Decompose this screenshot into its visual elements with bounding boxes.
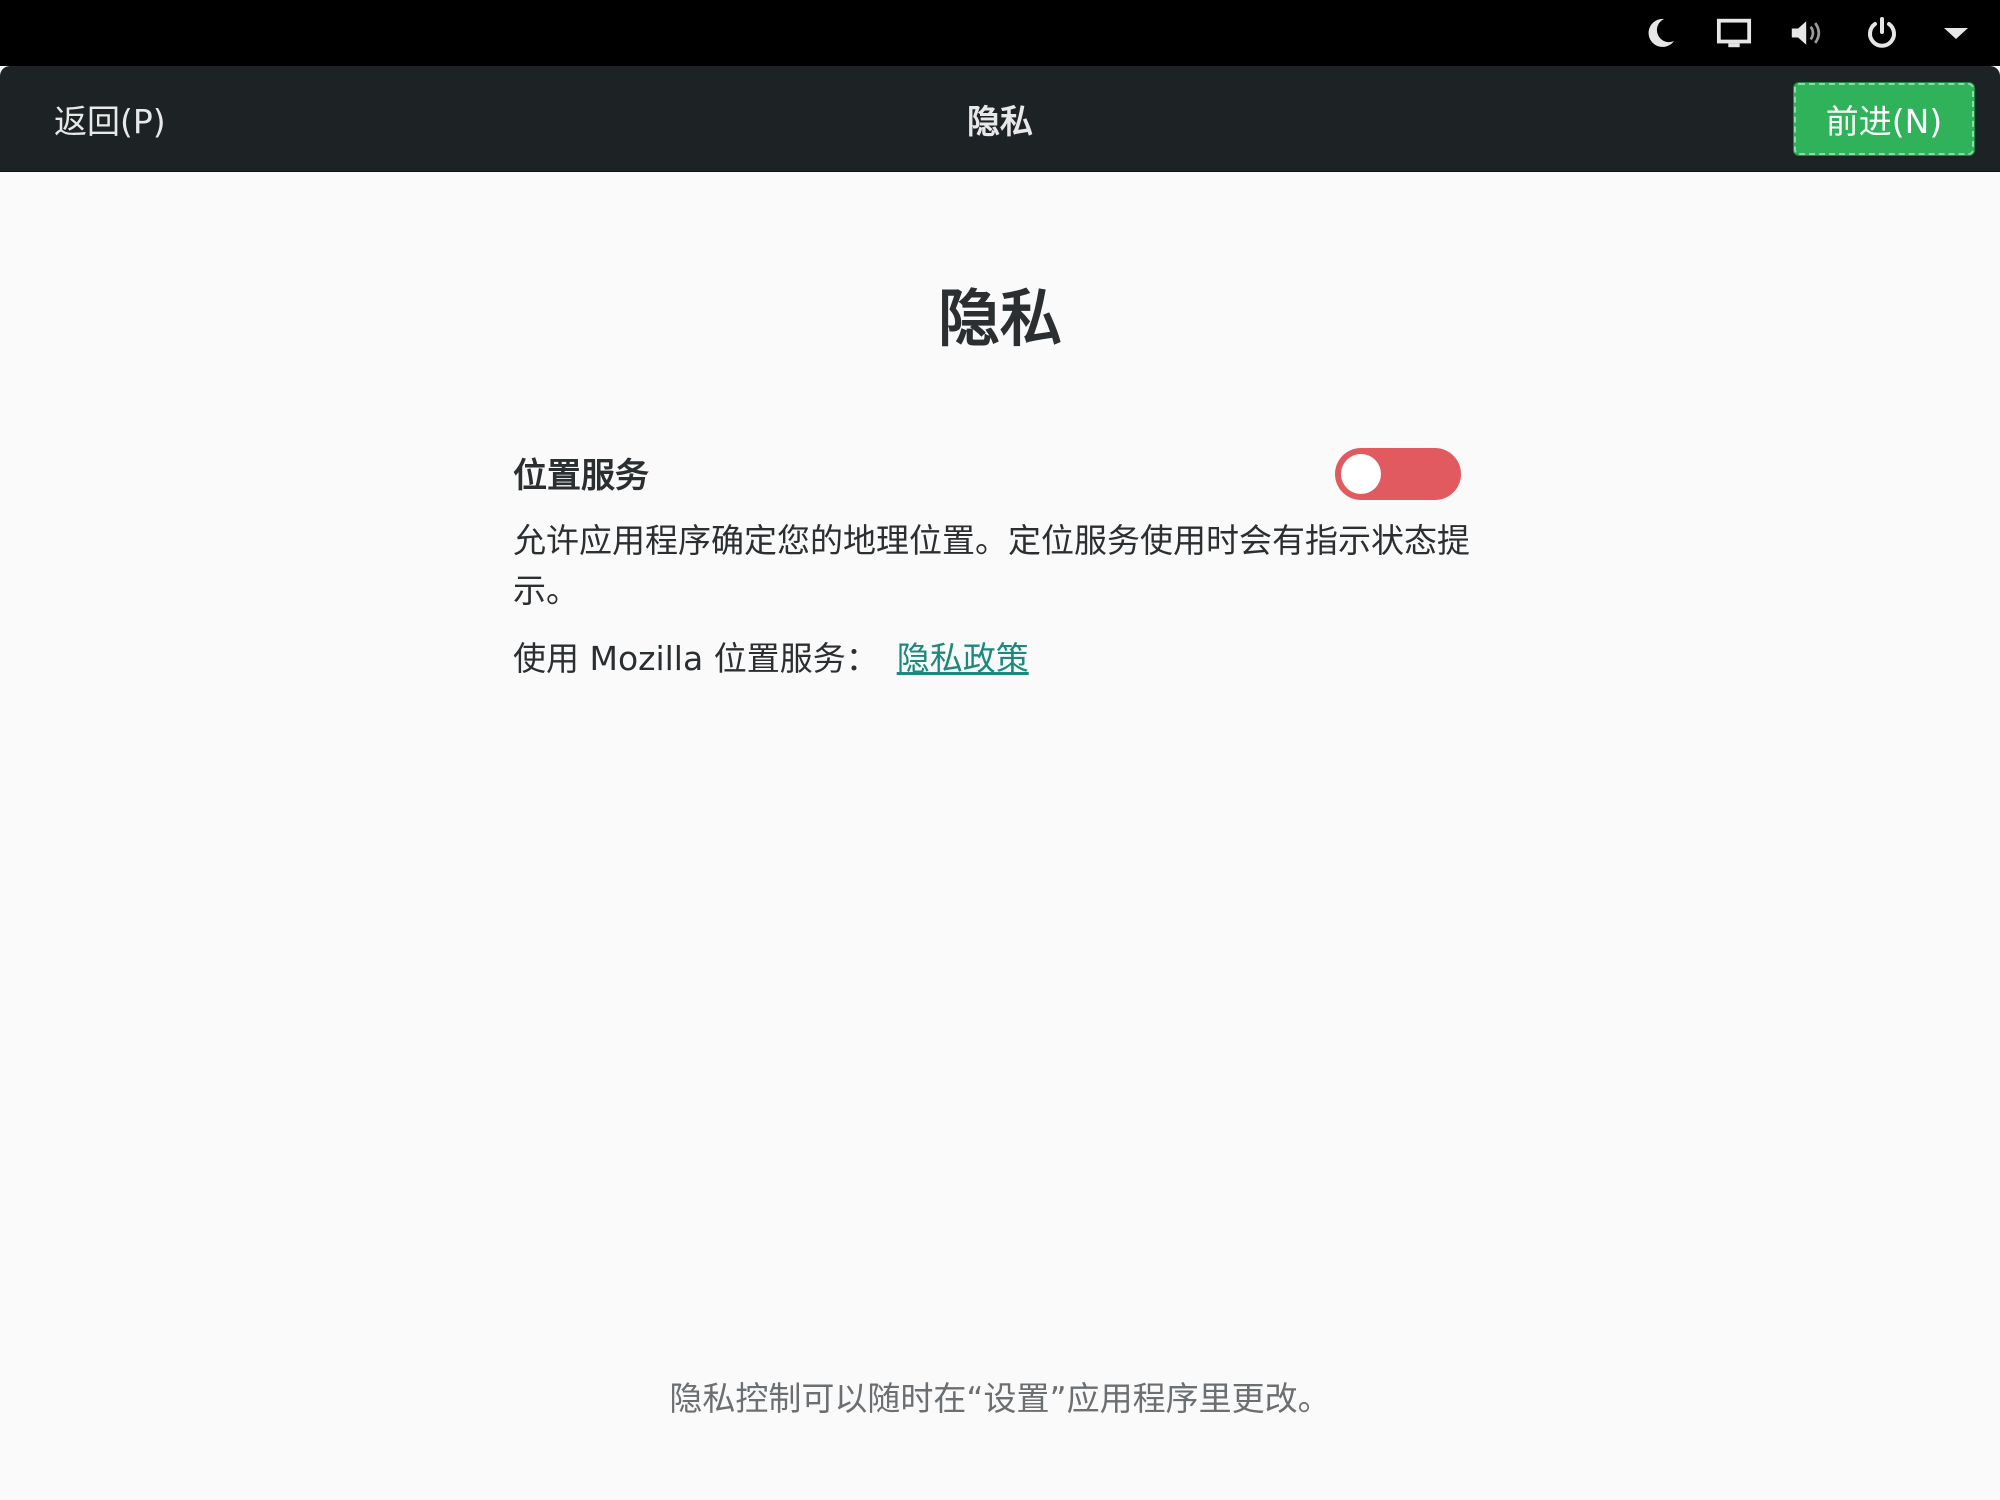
- next-button[interactable]: 前进(N): [1794, 83, 1974, 155]
- dropdown-arrow-icon[interactable]: [1938, 15, 1974, 51]
- page-title: 隐私: [937, 282, 1062, 355]
- location-services-description: 允许应用程序确定您的地理位置。定位服务使用时会有指示状态提示。: [513, 521, 1470, 610]
- location-services-toggle[interactable]: [1335, 448, 1461, 500]
- system-tray: [1642, 0, 1974, 66]
- location-services-label: 位置服务: [513, 456, 649, 496]
- back-button[interactable]: 返回(P): [38, 90, 182, 148]
- main-content: 隐私 位置服务 允许应用程序确定您的地理位置。定位服务使用时会有指示状态提示。 …: [0, 172, 2000, 1500]
- header-bar: 返回(P) 隐私 前进(N): [0, 66, 2000, 172]
- night-light-icon[interactable]: [1642, 15, 1678, 51]
- privacy-policy-link[interactable]: 隐私政策: [897, 639, 1029, 678]
- toggle-knob: [1341, 454, 1381, 494]
- screen-icon[interactable]: [1716, 15, 1752, 51]
- mozilla-location-line: 使用 Mozilla 位置服务： 隐私政策: [513, 634, 1029, 684]
- top-bar: [0, 0, 2000, 66]
- power-icon[interactable]: [1864, 15, 1900, 51]
- footer-note: 隐私控制可以随时在“设置”应用程序里更改。: [669, 1379, 1331, 1418]
- mozilla-location-text: 使用 Mozilla 位置服务：: [513, 639, 879, 678]
- volume-icon[interactable]: [1790, 15, 1826, 51]
- header-title: 隐私: [967, 102, 1033, 141]
